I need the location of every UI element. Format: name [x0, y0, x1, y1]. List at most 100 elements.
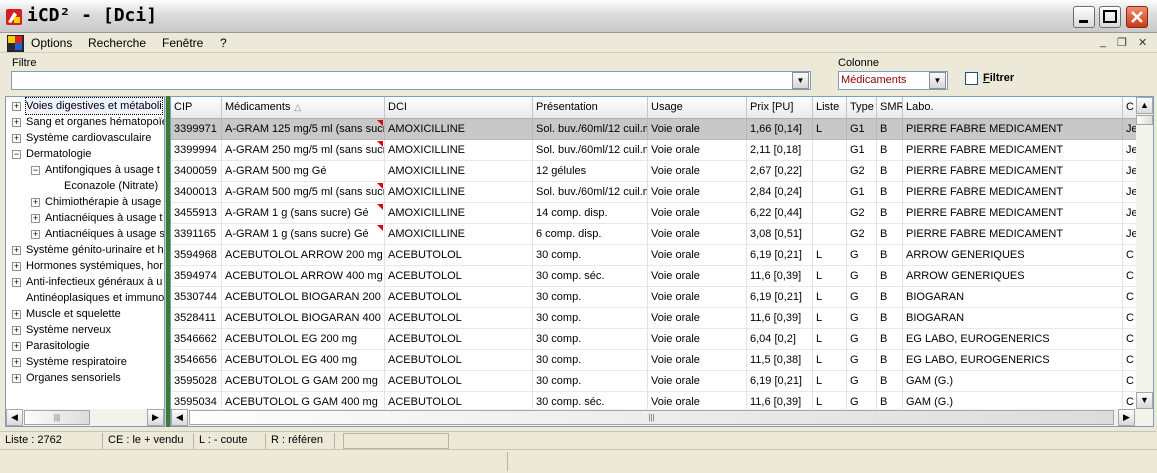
tree-node[interactable]: Système respiratoire	[26, 354, 127, 370]
table-cell: AMOXICILLINE	[385, 203, 533, 224]
tree-node[interactable]: Econazole (Nitrate)	[64, 178, 158, 194]
tree-node[interactable]: Organes sensoriels	[26, 370, 121, 386]
table-row[interactable]: 3530744 ACEBUTOLOL BIOGARAN 200 mg ACEBUTO…	[171, 287, 1143, 308]
mdi-child-icon[interactable]	[7, 35, 24, 52]
column-header[interactable]: Type	[847, 97, 877, 119]
tree-node[interactable]: Système génito-urinaire et h	[26, 242, 164, 258]
tree-node[interactable]: Dermatologie	[26, 146, 91, 162]
table-row[interactable]: 3391165 A-GRAM 1 g (sans sucre) Gé AMOXICI…	[171, 224, 1143, 245]
column-header[interactable]: CIP	[171, 97, 222, 119]
mdi-minimize-icon[interactable]: _	[1100, 36, 1106, 48]
expand-icon[interactable]: +	[12, 246, 21, 255]
collapse-icon[interactable]: −	[12, 150, 21, 159]
tree-hscroll-thumb[interactable]: |||	[24, 410, 90, 425]
table-row[interactable]: 3399971 A-GRAM 125 mg/5 ml (sans sucre AMO…	[171, 119, 1143, 140]
tree-node[interactable]: Hormones systémiques, hor	[26, 258, 163, 274]
tree-node[interactable]: Chimiothérapie à usage t	[45, 194, 164, 210]
menu-recherche[interactable]: Recherche	[88, 36, 146, 50]
expand-icon[interactable]: +	[12, 118, 21, 127]
tree-node[interactable]: Anti-infectieux généraux à u	[26, 274, 162, 290]
cell-text: Voie orale	[651, 123, 700, 135]
minimize-button[interactable]	[1073, 6, 1095, 28]
cell-text: AMOXICILLINE	[388, 123, 466, 135]
expand-icon[interactable]: +	[12, 102, 21, 111]
table-row[interactable]: 3546656 ACEBUTOLOL EG 400 mg ACEBUTOLOL 30 …	[171, 350, 1143, 371]
scroll-right-icon[interactable]: ▶	[147, 409, 164, 426]
tree-node[interactable]: Antifongiques à usage t	[45, 162, 160, 178]
table-row[interactable]: 3546662 ACEBUTOLOL EG 200 mg ACEBUTOLOL 30 …	[171, 329, 1143, 350]
scroll-down-icon[interactable]: ▼	[1136, 392, 1153, 409]
expand-icon[interactable]: +	[12, 134, 21, 143]
tree-node[interactable]: Antiacnéiques à usage s	[45, 226, 164, 242]
menu-fenetre[interactable]: Fenêtre	[162, 36, 203, 50]
column-header[interactable]: DCI	[385, 97, 533, 119]
expand-icon[interactable]: +	[12, 326, 21, 335]
mdi-restore-icon[interactable]: ❐	[1117, 36, 1127, 49]
expand-icon[interactable]: +	[31, 198, 40, 207]
drug-grid[interactable]: CIP Médicaments △ DCI Présentation Usage Prix …	[170, 96, 1154, 427]
tree-node[interactable]: Système nerveux	[26, 322, 111, 338]
table-cell: Voie orale	[648, 287, 747, 308]
scroll-right-icon[interactable]: ▶	[1118, 409, 1135, 426]
close-button[interactable]	[1126, 6, 1148, 28]
column-header[interactable]: Prix [PU]	[747, 97, 813, 119]
cell-text: 3546656	[174, 354, 217, 366]
column-header[interactable]: Liste	[813, 97, 847, 119]
expand-icon[interactable]: +	[31, 214, 40, 223]
expand-icon[interactable]: +	[12, 262, 21, 271]
category-tree[interactable]: + Voies digestives et métaboli + Sang et or…	[5, 96, 165, 427]
expand-icon[interactable]: +	[12, 358, 21, 367]
column-header[interactable]: Labo.	[903, 97, 1123, 119]
cell-text: A-GRAM 1 g (sans sucre) Gé	[225, 207, 369, 219]
expand-icon[interactable]: +	[12, 278, 21, 287]
tree-node[interactable]: Voies digestives et métaboli	[25, 97, 163, 115]
expand-icon[interactable]: +	[31, 230, 40, 239]
table-row[interactable]: 3594968 ACEBUTOLOL ARROW 200 mg ACEBUTOLOL…	[171, 245, 1143, 266]
grid-vscroll-thumb[interactable]	[1136, 115, 1153, 125]
cell-text: G	[850, 354, 859, 366]
column-header[interactable]: Usage	[648, 97, 747, 119]
colonne-select[interactable]: Médicaments ▼	[838, 71, 948, 90]
scroll-left-icon[interactable]: ◀	[6, 409, 23, 426]
maximize-button[interactable]	[1099, 6, 1121, 28]
table-cell: ACEBUTOLOL BIOGARAN 400 mg	[222, 308, 385, 329]
cell-text: A-GRAM 500 mg Gé	[225, 165, 327, 177]
table-row[interactable]: 3399994 A-GRAM 250 mg/5 ml (sans sucre AMO…	[171, 140, 1143, 161]
grid-hscroll-thumb[interactable]: |||	[189, 410, 1114, 425]
scroll-up-icon[interactable]: ▲	[1136, 97, 1153, 114]
scroll-left-icon[interactable]: ◀	[171, 409, 188, 426]
chevron-down-icon[interactable]: ▼	[792, 72, 809, 89]
tree-node[interactable]: Antinéoplasiques et immuno	[26, 290, 164, 306]
menu-options[interactable]: Options	[31, 36, 72, 50]
tree-node[interactable]: Parasitologie	[26, 338, 90, 354]
column-header[interactable]: Présentation	[533, 97, 648, 119]
collapse-icon[interactable]: −	[31, 166, 40, 175]
tree-hscrollbar[interactable]: ◀ ||| ▶	[6, 409, 164, 426]
filtrer-label[interactable]: Filtrer	[983, 72, 1014, 84]
table-row[interactable]: 3594974 ACEBUTOLOL ARROW 400 mg ACEBUTOLOL…	[171, 266, 1143, 287]
tree-node[interactable]: Antiacnéiques à usage t	[45, 210, 162, 226]
expand-icon[interactable]: +	[12, 310, 21, 319]
menu-help[interactable]: ?	[220, 36, 227, 50]
filter-combobox[interactable]: ▼	[11, 71, 811, 90]
chevron-down-icon[interactable]: ▼	[929, 72, 946, 89]
table-row[interactable]: 3455913 A-GRAM 1 g (sans sucre) Gé AMOXICI…	[171, 203, 1143, 224]
mdi-close-icon[interactable]: ✕	[1138, 36, 1147, 49]
table-row[interactable]: 3595028 ACEBUTOLOL G GAM 200 mg ACEBUTOLOL…	[171, 371, 1143, 392]
table-cell: 30 comp. séc.	[533, 266, 648, 287]
table-cell	[813, 140, 847, 161]
expand-icon[interactable]: +	[12, 374, 21, 383]
tree-node[interactable]: Système cardiovasculaire	[26, 130, 151, 146]
grid-hscrollbar[interactable]: ◀ ||| ▶	[171, 409, 1153, 426]
grid-vscrollbar[interactable]: ▲ ▼	[1136, 97, 1153, 410]
cell-text: G2	[850, 228, 865, 240]
table-row[interactable]: 3400059 A-GRAM 500 mg Gé AMOXICILLINE 12 gé…	[171, 161, 1143, 182]
filtrer-checkbox[interactable]	[965, 72, 978, 85]
table-row[interactable]: 3400013 A-GRAM 500 mg/5 ml (sans sucre AMO…	[171, 182, 1143, 203]
tree-node[interactable]: Sang et organes hématopoïé	[26, 114, 164, 130]
table-row[interactable]: 3528411 ACEBUTOLOL BIOGARAN 400 mg ACEBUTO…	[171, 308, 1143, 329]
column-header[interactable]: SMR	[877, 97, 903, 119]
tree-node[interactable]: Muscle et squelette	[26, 306, 121, 322]
expand-icon[interactable]: +	[12, 342, 21, 351]
column-header[interactable]: Médicaments △	[222, 97, 385, 119]
